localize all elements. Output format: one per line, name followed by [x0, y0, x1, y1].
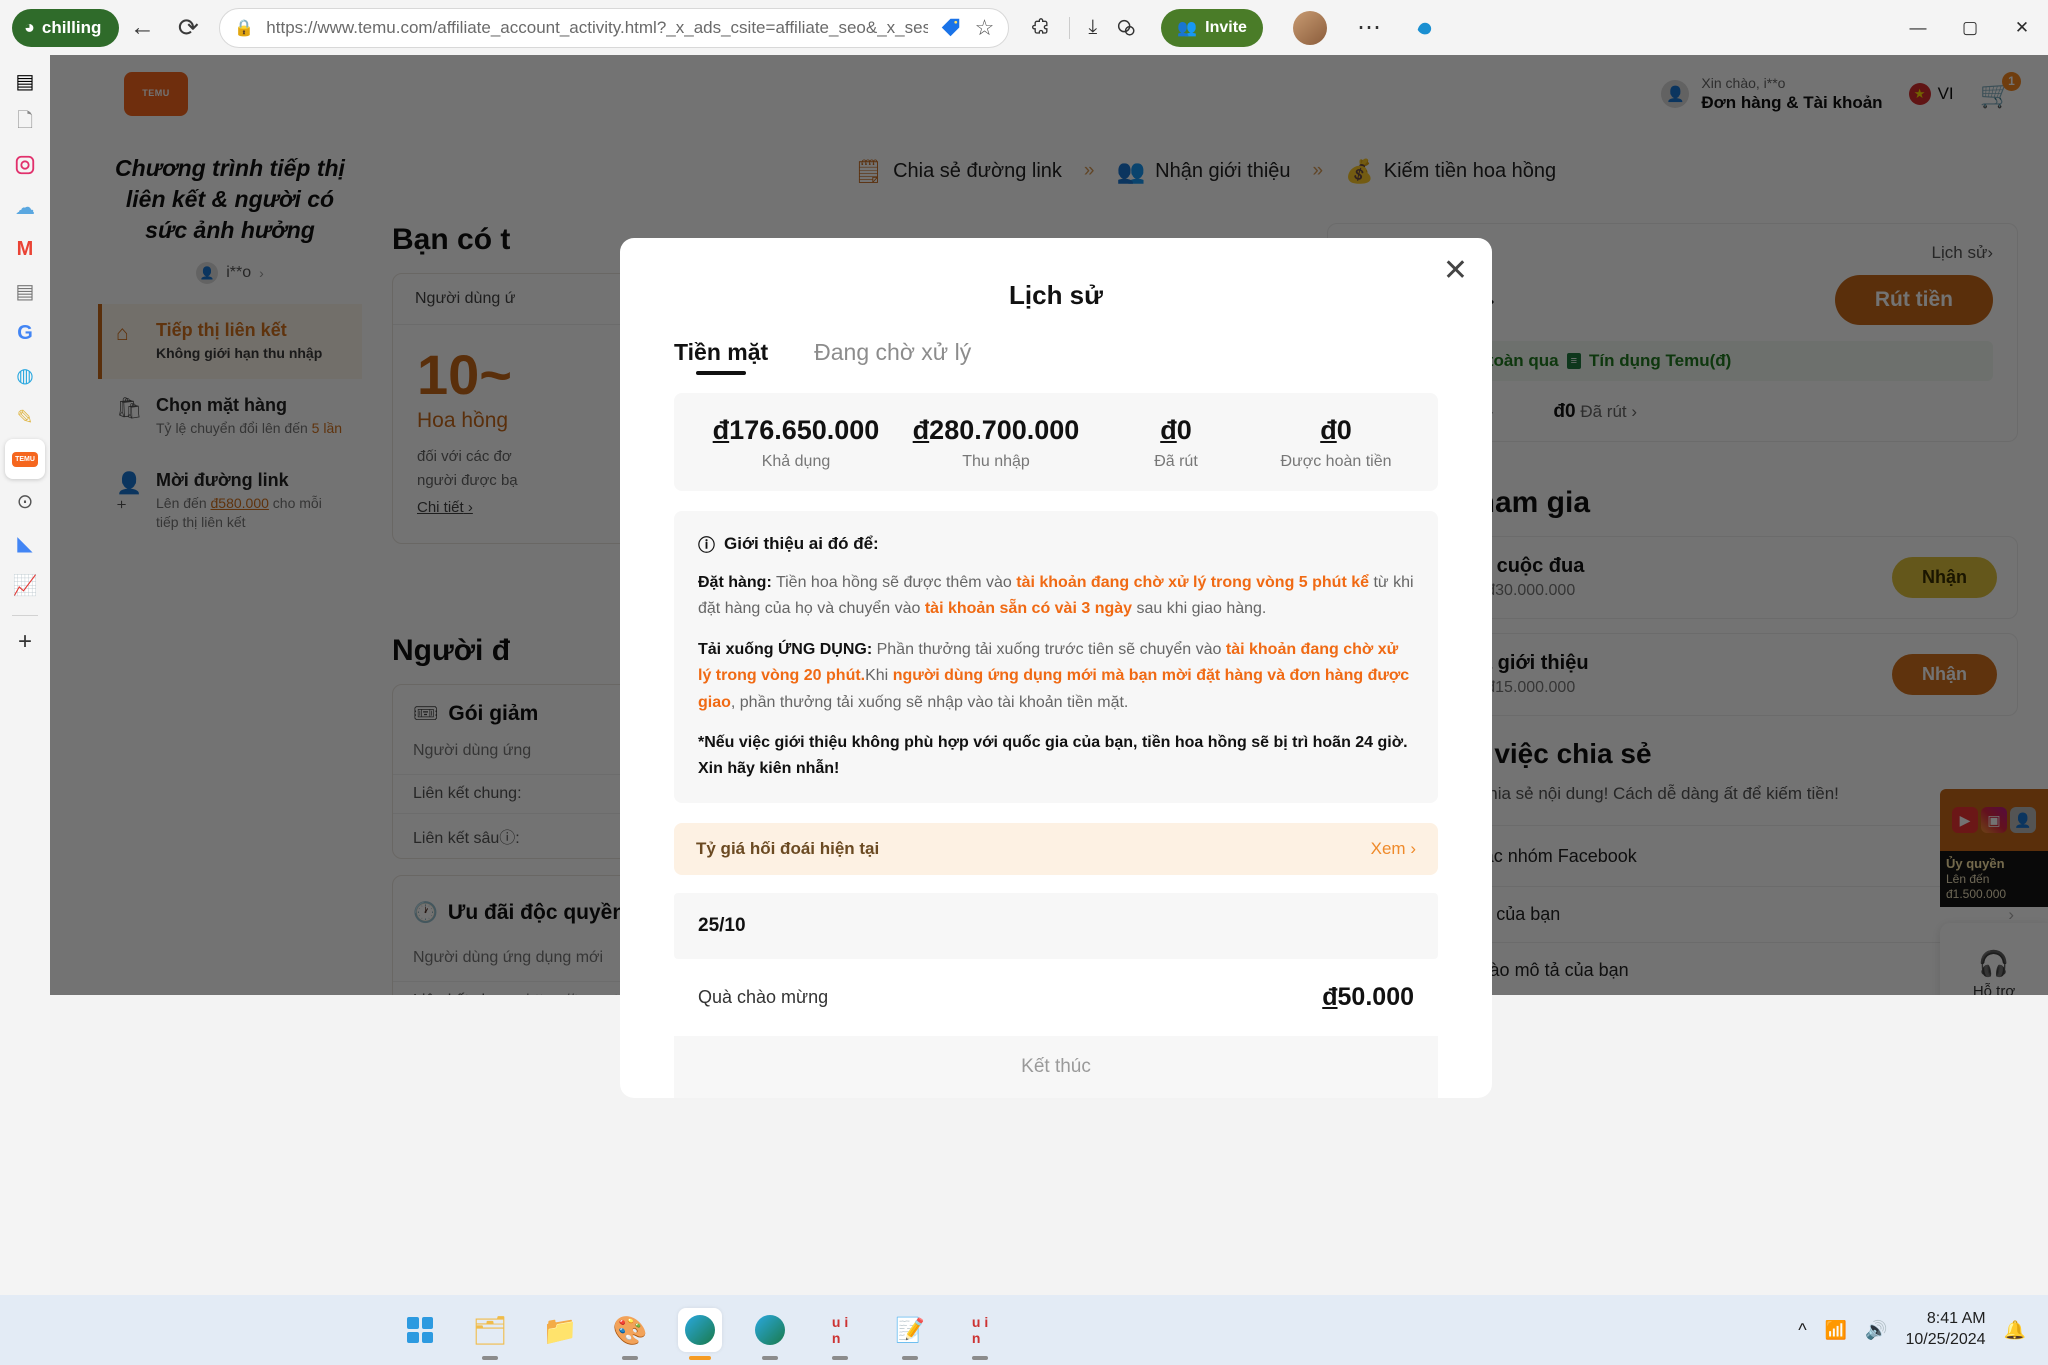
add-icon[interactable]: +	[5, 622, 45, 662]
info-paragraph-order: Đặt hàng: Tiền hoa hồng sẽ được thêm vào…	[698, 574, 1414, 618]
stat-available: đ176.650.000 Khả dụng	[696, 415, 896, 471]
end-of-list-label: Kết thúc	[674, 1035, 1438, 1098]
wallet-icon[interactable]: ▤	[5, 271, 45, 311]
browser-sidebar-rail: ▤ 🗋 ☁ M ▤ G ◍ ✎ TEMU ⊙ ◣ 📈 +	[0, 55, 50, 1310]
info-paragraph-app: Tải xuống ỨNG DỤNG: Phần thưởng tải xuốn…	[698, 640, 1410, 711]
tab-cash[interactable]: Tiền mặt	[674, 339, 768, 375]
invite-people-icon: 👥	[1177, 19, 1198, 37]
running-indicator	[902, 1356, 919, 1360]
clock-date: 10/25/2024	[1905, 1331, 1986, 1348]
stat-label: Được hoàn tiền	[1280, 453, 1392, 470]
info-circle-icon: ⓘ	[698, 536, 715, 555]
exchange-rate-action[interactable]: Xem ›	[1371, 839, 1416, 859]
running-indicator	[972, 1356, 989, 1360]
taskbar-clock[interactable]: 8:41 AM 10/25/2024	[1905, 1309, 1985, 1351]
browser-toolbar: ◕ chilling ← ⟳ 🔒 https://www.temu.com/af…	[0, 0, 2048, 55]
stat-withdrawn: đ0 Đã rút	[1096, 415, 1256, 471]
edge-browser-2-icon[interactable]	[748, 1308, 792, 1360]
lock-icon: 🔒	[234, 19, 255, 37]
extensions-icon[interactable]	[1031, 17, 1051, 38]
analytics-icon[interactable]: 📈	[5, 565, 45, 605]
active-indicator	[689, 1356, 712, 1360]
paint-icon[interactable]: 🎨	[608, 1308, 652, 1360]
windows-taskbar: 🗂 📁 🎨 u in 📝 u in ^ 📶 🔊 8:41 AM 10/25/20…	[0, 1295, 2048, 1365]
transaction-row: Quà chào mừng đ50.000	[674, 959, 1438, 1036]
wifi-icon[interactable]: 📶	[1825, 1320, 1847, 1341]
exchange-rate-row[interactable]: Tỷ giá hối đoái hiện tại Xem ›	[674, 822, 1438, 875]
google-icon[interactable]: G	[5, 313, 45, 353]
stat-label: Đã rút	[1154, 453, 1198, 470]
exchange-rate-label: Tỷ giá hối đoái hiện tại	[696, 838, 880, 858]
document-icon[interactable]: 🗋	[5, 103, 45, 143]
transaction-date: 25/10	[674, 892, 1438, 959]
gmail-icon[interactable]: M	[5, 229, 45, 269]
history-modal: ✕ Lịch sử Tiền mặt Đang chờ xử lý đ176.6…	[620, 238, 1492, 1098]
stat-earnings: đ280.700.000 Thu nhập	[896, 415, 1096, 471]
modal-info-box: ⓘ Giới thiệu ai đó để: Đặt hàng: Tiền ho…	[674, 511, 1438, 803]
edge-icon[interactable]: ◍	[5, 355, 45, 395]
downloads-icon[interactable]: ⤓	[1088, 16, 1097, 39]
stat-value: đ0	[1160, 415, 1192, 445]
running-indicator	[622, 1356, 639, 1360]
stat-label: Thu nhập	[962, 453, 1030, 470]
profile-label: chilling	[41, 17, 102, 37]
google-ads-icon[interactable]: ◣	[5, 523, 45, 563]
transaction-title: Quà chào mừng	[698, 986, 829, 1007]
windows-start-icon[interactable]	[398, 1308, 442, 1352]
instagram-icon[interactable]	[5, 145, 45, 185]
rail-divider	[12, 615, 38, 616]
stat-value: đ0	[1320, 415, 1352, 445]
browser-profile-button[interactable]: ◕ chilling	[12, 8, 120, 47]
volume-icon[interactable]: 🔊	[1865, 1320, 1887, 1341]
url-text: https://www.temu.com/affiliate_account_a…	[266, 17, 928, 37]
stat-label: Khả dụng	[761, 453, 831, 470]
info-note: *Nếu việc giới thiệu không phù hợp với q…	[698, 733, 1408, 778]
modal-stats: đ176.650.000 Khả dụng đ280.700.000 Thu n…	[674, 393, 1438, 491]
running-indicator	[762, 1356, 779, 1360]
stat-value: đ176.650.000	[712, 415, 880, 445]
browser-more-icon[interactable]: ⋯	[1357, 13, 1382, 42]
invite-label: Invite	[1205, 18, 1247, 36]
copilot-icon[interactable]	[1414, 17, 1436, 39]
back-button[interactable]: ←	[119, 5, 165, 51]
split-screen-icon[interactable]: ▤	[5, 61, 45, 101]
edge-browser-icon[interactable]	[678, 1308, 723, 1360]
tab-pending[interactable]: Đang chờ xử lý	[814, 339, 971, 375]
unikey-2-icon[interactable]: u in	[958, 1308, 1002, 1360]
file-explorer-icon[interactable]: 🗂	[468, 1308, 512, 1360]
running-indicator	[482, 1356, 499, 1360]
close-icon[interactable]: ✕	[1443, 256, 1468, 286]
running-indicator	[832, 1356, 849, 1360]
modal-title: Lịch sử	[1009, 280, 1103, 310]
window-maximize-button[interactable]: ▢	[1944, 0, 1996, 55]
stat-refunded: đ0 Được hoàn tiền	[1256, 415, 1416, 471]
clock-time: 8:41 AM	[1926, 1310, 1986, 1328]
info-heading: ⓘ Giới thiệu ai đó để:	[698, 531, 1414, 556]
temu-icon[interactable]: TEMU	[5, 439, 45, 479]
favorite-star-icon[interactable]: ☆	[975, 15, 995, 41]
pencil-icon[interactable]: ✎	[5, 397, 45, 437]
notepad-icon[interactable]: 📝	[888, 1308, 932, 1360]
bell-icon[interactable]: 🔔	[2004, 1320, 2026, 1341]
unikey-icon[interactable]: u in	[818, 1308, 862, 1360]
address-bar[interactable]: 🔒 https://www.temu.com/affiliate_account…	[219, 7, 1010, 48]
browser-avatar[interactable]	[1292, 10, 1327, 45]
profile-icon: ◕	[24, 17, 35, 37]
window-close-button[interactable]: ✕	[1996, 0, 2048, 55]
stat-value: đ280.700.000	[912, 415, 1080, 445]
chevron-up-icon[interactable]: ^	[1798, 1320, 1806, 1341]
modal-tabs: Tiền mặt Đang chờ xử lý	[620, 311, 1492, 375]
transaction-amount: đ50.000	[1322, 982, 1414, 1011]
onedrive-folder-icon[interactable]: 📁	[538, 1308, 582, 1352]
chat-bubble-icon[interactable]	[1115, 17, 1137, 39]
screen: ◕ chilling ← ⟳ 🔒 https://www.temu.com/af…	[0, 0, 2048, 1365]
price-tag-icon[interactable]	[940, 17, 961, 38]
github-icon[interactable]: ⊙	[5, 481, 45, 521]
invite-button[interactable]: 👥 Invite	[1161, 8, 1263, 47]
window-minimize-button[interactable]: —	[1892, 0, 1944, 55]
onedrive-icon[interactable]: ☁	[5, 187, 45, 227]
reload-button[interactable]: ⟳	[165, 5, 211, 51]
